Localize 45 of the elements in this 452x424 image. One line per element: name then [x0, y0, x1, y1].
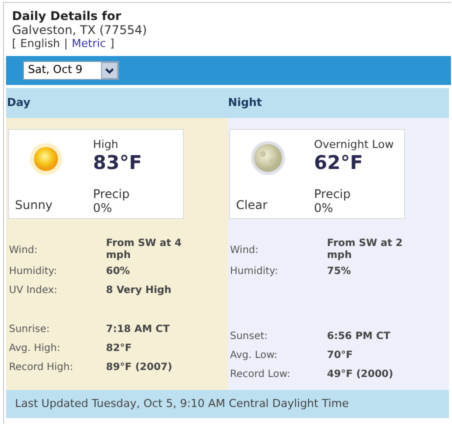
detail-label: Record High:: [9, 361, 74, 375]
detail-value: 82°F: [106, 342, 133, 354]
column-heading: Night: [228, 94, 262, 111]
last-updated-text: Last Updated Tuesday, Oct 5, 9:10 AM Central Daylight Time: [15, 396, 349, 412]
detail-value: 6:56 PM CT: [327, 330, 392, 342]
detail-value: 75%: [327, 266, 352, 278]
page-title: Daily Details for: [12, 9, 122, 23]
detail-label: Record Low:: [230, 368, 292, 382]
detail-value: 70°F: [327, 350, 354, 362]
detail-label: Wind:: [230, 244, 260, 258]
detail-value: 8 Very High: [106, 284, 172, 296]
condition-text: Clear: [236, 197, 268, 214]
detail-label: Sunset:: [230, 330, 269, 344]
detail-value: From SW at 4 mph: [106, 238, 183, 262]
temperature-value: 62°F: [314, 152, 364, 174]
detail-value: 7:18 AM CT: [106, 324, 171, 336]
detail-label: Wind:: [9, 244, 39, 258]
precip-value: 0%: [314, 201, 334, 215]
detail-label: Avg. High:: [9, 342, 62, 356]
temperature-label: Overnight Low: [314, 138, 394, 152]
detail-label: Sunrise:: [9, 323, 51, 337]
separator: |: [64, 37, 68, 50]
location-text: Galveston, TX (77554): [12, 23, 148, 37]
column-heading: Day: [7, 94, 30, 111]
detail-label: Humidity:: [230, 265, 279, 279]
date-select[interactable]: Sat, Oct 9: [23, 61, 119, 80]
detail-value: 60%: [106, 266, 131, 278]
precip-value: 0%: [93, 201, 114, 215]
unit-option[interactable]: English: [20, 37, 60, 50]
precip-label: Precip: [93, 187, 131, 201]
detail-value: 89°F (2007): [106, 362, 174, 374]
temperature-label: High: [93, 138, 120, 152]
precip-label: Precip: [314, 187, 352, 201]
detail-label: Avg. Low:: [230, 349, 278, 363]
detail-value: From SW at 2 mph: [327, 238, 404, 262]
moon-icon: [250, 140, 286, 176]
unit-link[interactable]: Metric: [72, 37, 106, 50]
condition-text: Sunny: [15, 197, 53, 214]
bracket: ]: [110, 37, 114, 50]
detail-value: 49°F (2000): [327, 368, 394, 380]
detail-label: UV Index:: [9, 284, 58, 298]
sun-icon: [29, 142, 63, 176]
detail-label: Humidity:: [9, 265, 58, 279]
bracket: [: [12, 37, 16, 50]
temperature-value: 83°F: [93, 152, 142, 174]
